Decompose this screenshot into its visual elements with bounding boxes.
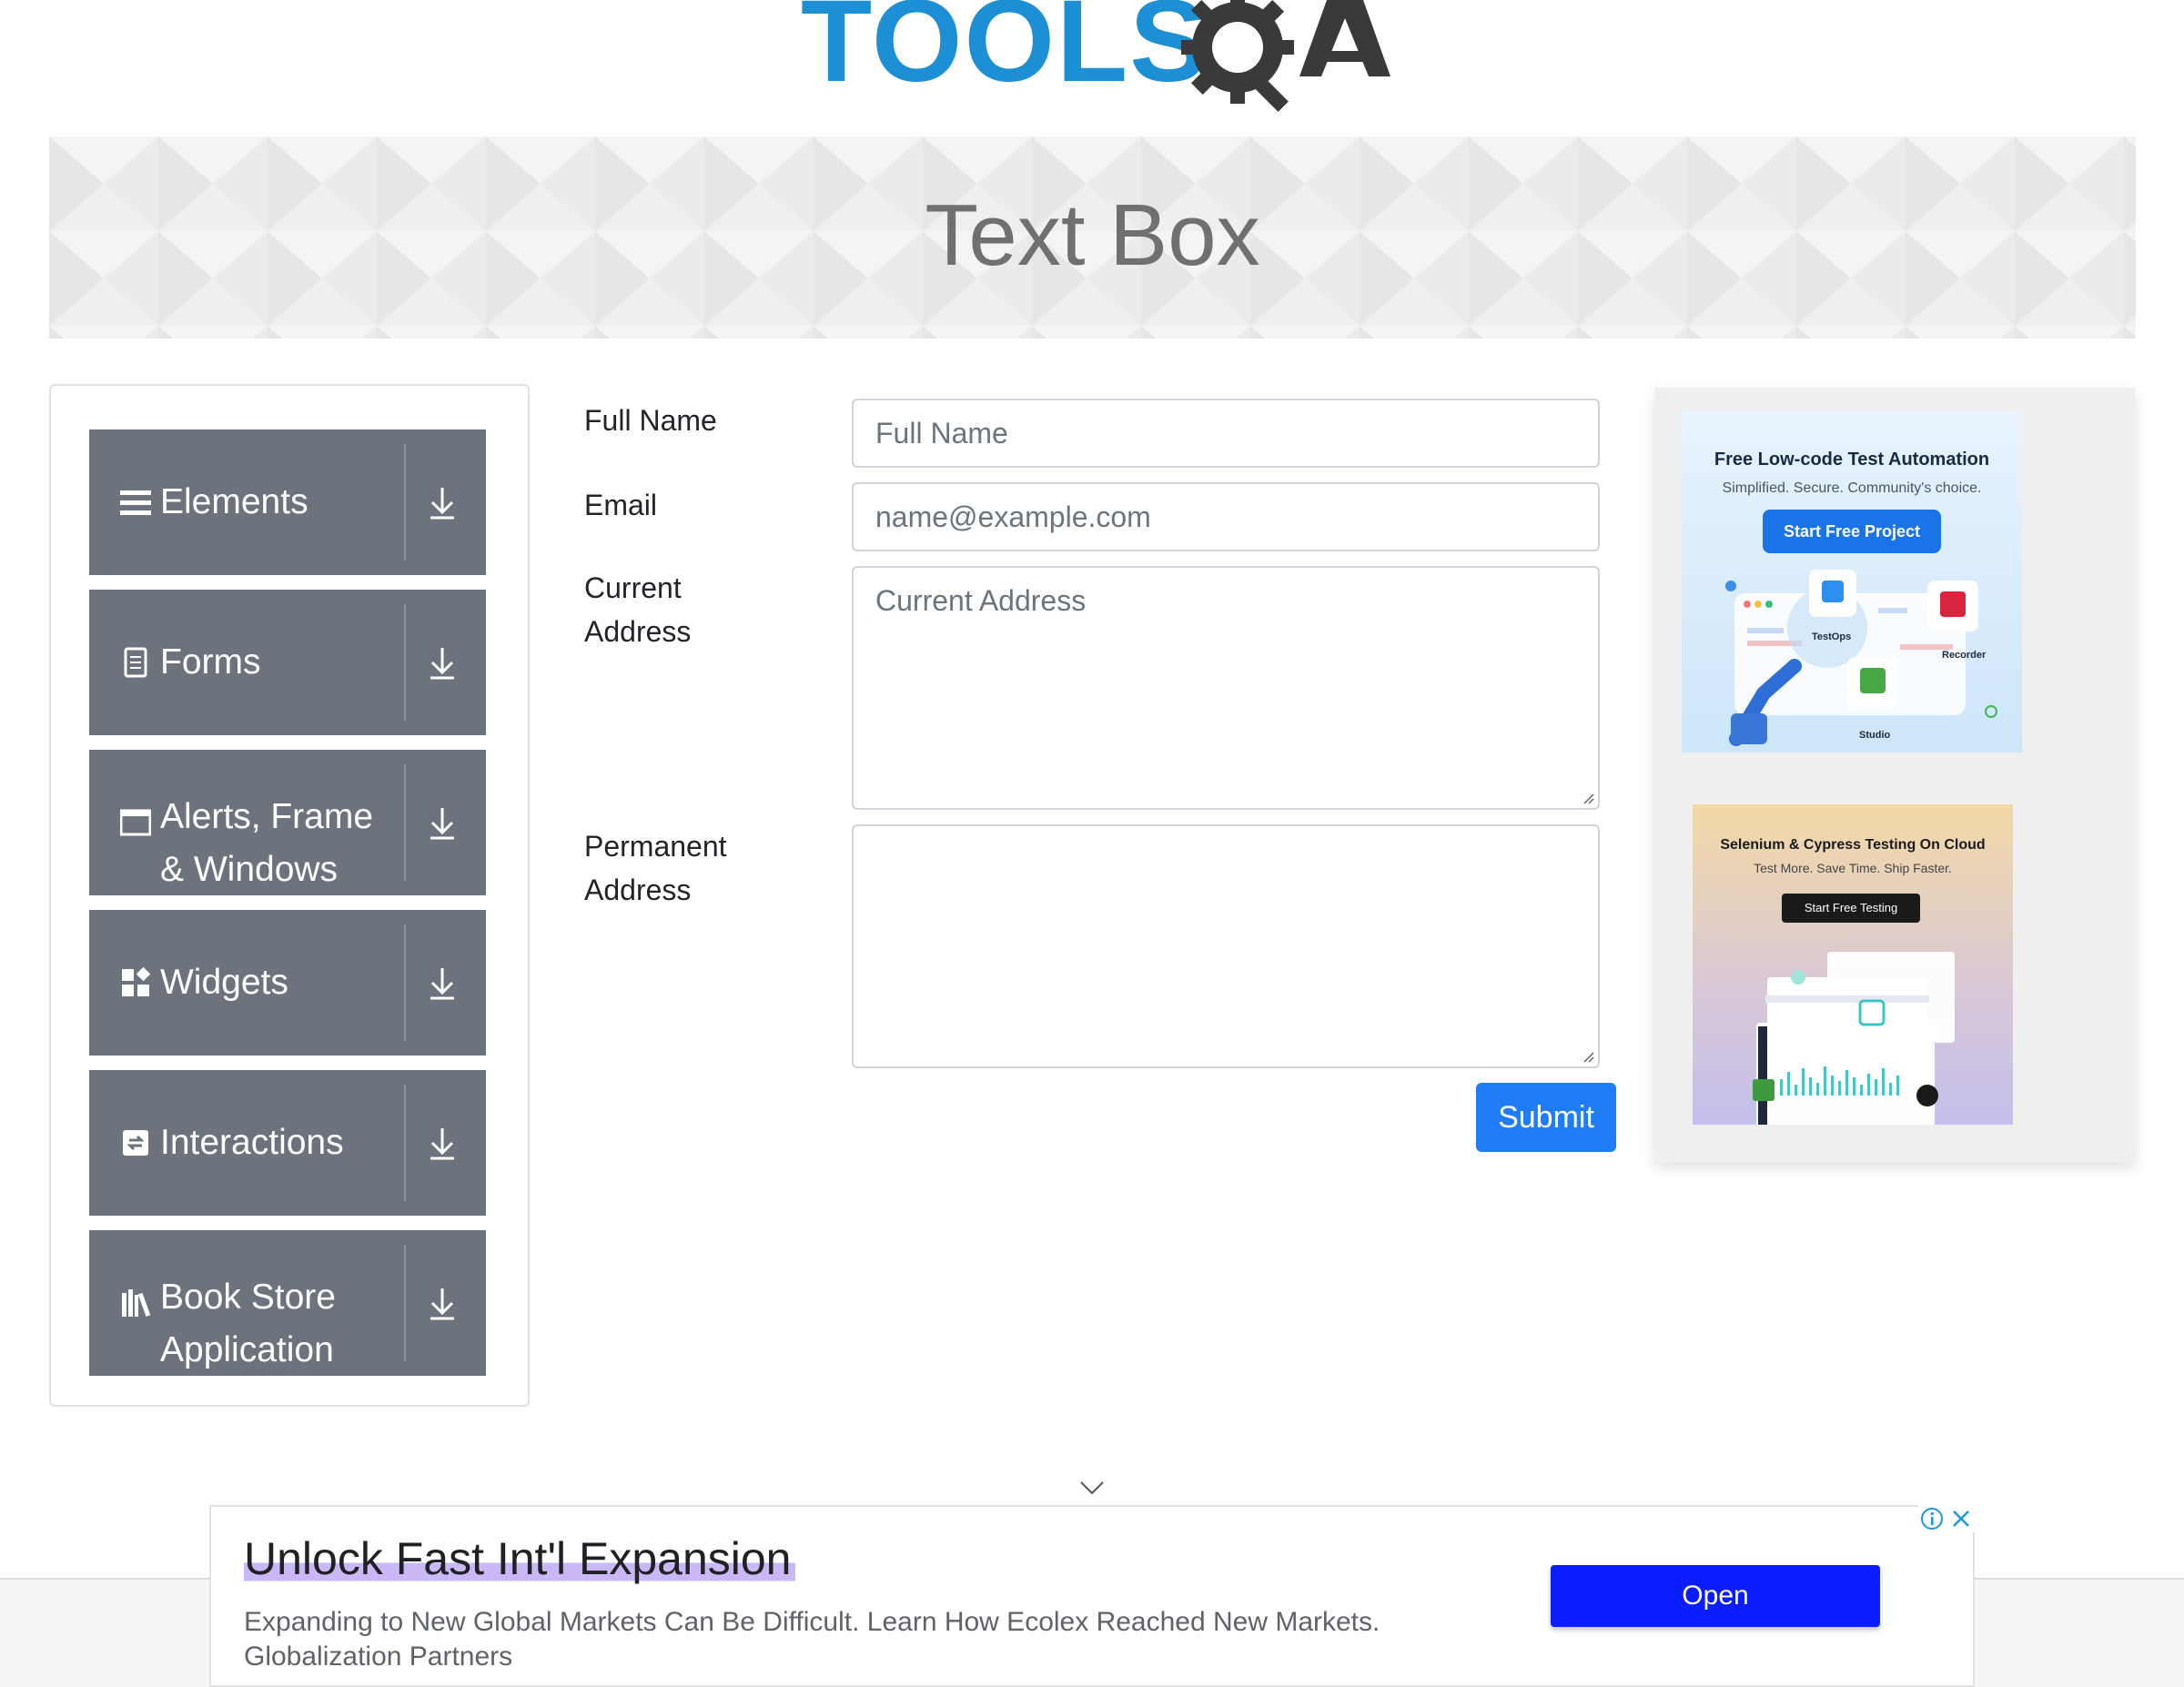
info-icon[interactable]	[1920, 1507, 1944, 1530]
lambdatest-ad[interactable]: Selenium & Cypress Testing On Cloud Test…	[1693, 804, 2013, 1125]
resize-grip-icon[interactable]	[1580, 790, 1594, 804]
current-address-label: Current Address	[584, 566, 691, 653]
katalon-ad[interactable]: Free Low-code Test Automation Simplified…	[1682, 411, 2022, 753]
ad-headline[interactable]: Unlock Fast Int'l Expansion	[244, 1532, 795, 1585]
download-arrow-icon[interactable]	[428, 646, 457, 681]
full-name-label: Full Name	[584, 404, 717, 437]
submit-button[interactable]: Submit	[1476, 1083, 1616, 1152]
document-icon	[124, 647, 147, 678]
page-title: Text Box	[925, 187, 1260, 284]
sidebar-group-label: Elements	[160, 482, 308, 521]
email-label: Email	[584, 489, 658, 521]
ad-subtitle: Test More. Save Time. Ship Faster.	[1754, 861, 1952, 875]
sidebar-group-alerts-frame-windows[interactable]: Alerts, Frame & Windows	[89, 750, 486, 895]
ad-title: Free Low-code Test Automation	[1714, 450, 1990, 470]
current-address-textarea[interactable]	[852, 566, 1600, 810]
sidebar-group-label: Interactions	[160, 1123, 344, 1162]
bottom-ad[interactable]: Unlock Fast Int'l Expansion Expanding to…	[209, 1505, 1975, 1687]
start-free-testing-button[interactable]: Start Free Testing	[1782, 894, 1920, 923]
sidebar-group-interactions[interactable]: Interactions	[89, 1070, 486, 1216]
resize-grip-icon[interactable]	[1580, 1048, 1594, 1063]
ad-column: Free Low-code Test Automation Simplified…	[1654, 388, 2135, 1163]
ad-advertiser: Globalization Partners	[244, 1642, 513, 1672]
interactions-icon	[123, 1130, 148, 1156]
page-banner: Text Box	[49, 136, 2136, 338]
sidebar-group-book-store-application[interactable]: Book Store Application	[89, 1230, 486, 1376]
permanent-address-label-line2: Address	[584, 874, 692, 906]
download-arrow-icon[interactable]	[428, 1126, 457, 1161]
ad-title: Selenium & Cypress Testing On Cloud	[1720, 837, 1986, 853]
books-icon	[122, 1289, 151, 1317]
sidebar-group-label: Book Store Application	[160, 1278, 336, 1369]
adchoices	[1918, 1505, 1975, 1532]
sidebar-group-label: Forms	[160, 642, 261, 682]
sidebar-group-widgets[interactable]: Widgets	[89, 910, 486, 1056]
window-icon	[120, 809, 151, 836]
gear-magnifier-icon	[1181, 0, 1294, 112]
chevron-down-icon[interactable]	[1079, 1480, 1105, 1496]
toolsqa-logo[interactable]: TOOLS	[801, 0, 1392, 118]
ad-body-text: Expanding to New Global Markets Can Be D…	[244, 1607, 1380, 1637]
divider	[404, 1085, 406, 1201]
start-free-project-button[interactable]: Start Free Project	[1763, 510, 1941, 553]
sidebar-group-forms[interactable]: Forms	[89, 590, 486, 735]
divider	[404, 764, 406, 881]
permanent-address-label-line1: Permanent	[584, 830, 727, 863]
current-address-label-line1: Current	[584, 571, 682, 604]
logo-a-letter	[1299, 0, 1390, 76]
current-address-label-line2: Address	[584, 615, 692, 648]
divider	[404, 444, 406, 561]
close-icon[interactable]	[1949, 1507, 1973, 1530]
recorder-label: Recorder	[1942, 650, 1987, 661]
widgets-icon	[122, 967, 151, 996]
page: TOOLS Text Box Elements Forms Alerts, Fr…	[0, 0, 2184, 1687]
divider	[404, 1245, 406, 1361]
permanent-address-label: Permanent Address	[584, 824, 727, 912]
download-arrow-icon[interactable]	[428, 1287, 457, 1321]
hamburger-icon	[120, 490, 151, 515]
lambdatest-illustration	[1753, 952, 1955, 1125]
ad-subtitle: Simplified. Secure. Community's choice.	[1722, 480, 1982, 496]
sidebar-group-elements[interactable]: Elements	[89, 429, 486, 575]
open-button[interactable]: Open	[1551, 1565, 1880, 1627]
sidebar: Elements Forms Alerts, Frame & Windows W…	[49, 384, 530, 1407]
permanent-address-textarea[interactable]	[852, 824, 1600, 1068]
logo-wordmark: TOOLS	[801, 0, 1209, 106]
full-name-input[interactable]	[852, 399, 1600, 468]
sidebar-group-label: Alerts, Frame & Windows	[160, 797, 374, 889]
download-arrow-icon[interactable]	[428, 966, 457, 1001]
download-arrow-icon[interactable]	[428, 806, 457, 841]
studio-label: Studio	[1859, 730, 1891, 741]
download-arrow-icon[interactable]	[428, 486, 457, 520]
sidebar-group-label: Widgets	[160, 963, 288, 1002]
divider	[404, 604, 406, 721]
divider	[404, 924, 406, 1041]
email-input[interactable]	[852, 482, 1600, 551]
testops-label: TestOps	[1812, 631, 1852, 642]
